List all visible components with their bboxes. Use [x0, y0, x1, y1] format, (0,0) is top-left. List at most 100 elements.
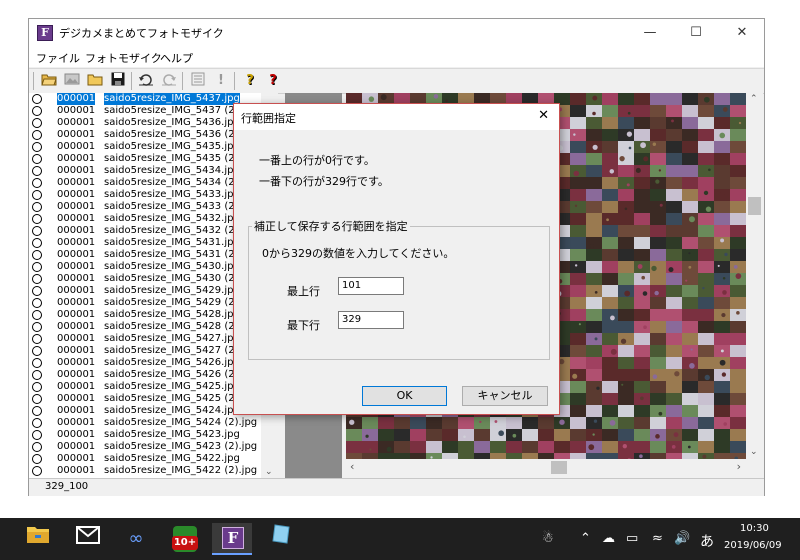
list-row[interactable]: 000001 saido5resize_IMG_5423.jpg: [29, 429, 261, 441]
scroll-down-arrow-icon[interactable]: ⌄: [265, 467, 273, 477]
mosaic-tile: [650, 297, 666, 309]
list-row[interactable]: 000001 saido5resize_IMG_5427.jp: [29, 333, 261, 345]
list-row[interactable]: 000001 saido5resize_IMG_5426.jp: [29, 357, 261, 369]
list-row[interactable]: 000001 saido5resize_IMG_5432.jp: [29, 213, 261, 225]
maximize-button[interactable]: ☐: [673, 19, 719, 47]
mosaic-tile: [666, 285, 682, 297]
badge-app-icon[interactable]: 10+: [164, 523, 204, 555]
list-row[interactable]: 000001 saido5resize_IMG_5435 (2: [29, 153, 261, 165]
mosaic-tile-detail: [671, 445, 676, 449]
list-row[interactable]: 000001 saido5resize_IMG_5431 (2: [29, 249, 261, 261]
list-row[interactable]: 000001 saido5resize_IMG_5434 (2: [29, 177, 261, 189]
list-row[interactable]: 000001 saido5resize_IMG_5436 (2: [29, 129, 261, 141]
mosaic-tile: [698, 393, 714, 405]
dialog-close-button[interactable]: ✕: [538, 108, 549, 123]
list-row[interactable]: 000001 saido5resize_IMG_5429 (2: [29, 297, 261, 309]
mosaic-horizontal-scrollbar[interactable]: ‹ ›: [346, 459, 746, 476]
wifi-icon[interactable]: ≈: [652, 531, 663, 546]
list-row[interactable]: 000001 saido5resize_IMG_5430.jp: [29, 261, 261, 273]
help-icon[interactable]: ?: [241, 72, 259, 90]
battery-icon[interactable]: ▭: [626, 531, 638, 546]
list-row[interactable]: 000001 saido5resize_IMG_5433 (2: [29, 201, 261, 213]
list-row[interactable]: 000001 saido5resize_IMG_5422.jpg: [29, 453, 261, 465]
mosaic-tile: [634, 369, 650, 381]
row-number: 000001: [57, 441, 96, 452]
horizontal-scroll-thumb[interactable]: [551, 461, 567, 474]
menu-file[interactable]: ファイル: [36, 50, 80, 66]
help-context-icon[interactable]: ?: [264, 72, 282, 90]
mosaic-tile: [730, 153, 746, 165]
mosaic-tile: [394, 441, 410, 453]
list-row[interactable]: 000001 saido5resize_IMG_5425 (2: [29, 393, 261, 405]
save-icon[interactable]: [109, 72, 127, 90]
list-row[interactable]: 000001 saido5resize_IMG_5435.jp: [29, 141, 261, 153]
mosaic-tile-detail: [594, 337, 598, 341]
chevron-up-icon[interactable]: ⌃: [580, 531, 591, 546]
mosaic-vertical-scrollbar[interactable]: ⌃ ⌄: [746, 93, 763, 459]
notepad-app-icon[interactable]: [262, 523, 302, 555]
title-bar[interactable]: F デジカメまとめてフォトモザイク — ☐ ✕: [29, 19, 764, 47]
row-filename: saido5resize_IMG_5427.jp: [104, 333, 234, 344]
folder-icon[interactable]: [86, 72, 104, 90]
mail-icon[interactable]: [68, 523, 108, 555]
list-row[interactable]: 000001 saido5resize_IMG_5425.jp: [29, 381, 261, 393]
ok-button[interactable]: OK: [362, 386, 447, 406]
exclamation-icon[interactable]: !: [212, 72, 230, 90]
list-row[interactable]: 000001 saido5resize_IMG_5432 (2: [29, 225, 261, 237]
infinity-app-icon[interactable]: ∞: [116, 523, 156, 555]
list-row[interactable]: 000001 saido5resize_IMG_5434.jp: [29, 165, 261, 177]
dialog-title-bar[interactable]: 行範囲指定 ✕: [234, 104, 559, 130]
people-icon[interactable]: ☃: [542, 531, 554, 546]
list-row[interactable]: 000001 saido5resize_IMG_5424 (2).jpg: [29, 417, 261, 429]
list-row[interactable]: 000001 saido5resize_IMG_5422 (2).jpg: [29, 465, 261, 477]
scroll-up-arrow-icon[interactable]: ⌃: [750, 94, 758, 104]
mosaic-tile: [490, 429, 506, 441]
list-row[interactable]: 000001 saido5resize_IMG_5429.jp: [29, 285, 261, 297]
open-folder-icon[interactable]: [40, 72, 58, 90]
vertical-scroll-thumb[interactable]: [748, 197, 761, 215]
list-row[interactable]: 000001 saido5resize_IMG_5436.jp: [29, 117, 261, 129]
list-icon[interactable]: [189, 72, 207, 90]
mosaic-tile: [410, 417, 426, 429]
menu-help[interactable]: ヘルプ: [160, 50, 193, 66]
mosaic-tile-detail: [643, 156, 649, 162]
close-button[interactable]: ✕: [719, 19, 765, 47]
scroll-left-arrow-icon[interactable]: ‹: [350, 460, 354, 473]
photomosaic-taskbar-button[interactable]: F: [212, 523, 252, 555]
clock-date[interactable]: 2019/06/09: [724, 540, 782, 551]
mosaic-tile-detail: [673, 432, 679, 438]
volume-icon[interactable]: 🔊: [674, 531, 690, 546]
list-row[interactable]: 000001 saido5resize_IMG_5427 (2: [29, 345, 261, 357]
row-number: 000001: [57, 357, 96, 368]
toolbar-separator: [234, 72, 235, 90]
list-row[interactable]: 000001 saido5resize_IMG_5423 (2).jpg: [29, 441, 261, 453]
status-circle-icon: [32, 394, 42, 404]
list-row[interactable]: 000001 saido5resize_IMG_5428 (2: [29, 321, 261, 333]
list-row[interactable]: 000001 saido5resize_IMG_5437 (2: [29, 105, 261, 117]
scroll-right-arrow-icon[interactable]: ›: [737, 460, 741, 473]
cancel-button[interactable]: キャンセル: [462, 386, 548, 406]
mosaic-tile-detail: [619, 155, 625, 162]
minimize-button[interactable]: —: [627, 19, 673, 47]
image-icon[interactable]: [63, 72, 81, 90]
menu-photomosaic[interactable]: フォトモザイク: [85, 50, 162, 66]
ime-indicator[interactable]: あ: [700, 531, 714, 551]
clock-time[interactable]: 10:30: [740, 523, 769, 534]
top-row-input[interactable]: 101: [338, 277, 404, 295]
list-row[interactable]: 000001 saido5resize_IMG_5437.jpg: [29, 93, 261, 105]
bottom-row-input[interactable]: 329: [338, 311, 404, 329]
list-row[interactable]: 000001 saido5resize_IMG_5424.jp: [29, 405, 261, 417]
list-row[interactable]: 000001 saido5resize_IMG_5431.jp: [29, 237, 261, 249]
file-explorer-icon[interactable]: [18, 523, 58, 555]
file-list[interactable]: 000001 saido5resize_IMG_5437.jpg 000001 sai…: [29, 93, 262, 479]
scroll-down-arrow-icon[interactable]: ⌄: [750, 447, 758, 457]
undo-icon[interactable]: [137, 72, 155, 90]
list-row[interactable]: 000001 saido5resize_IMG_5428.jp: [29, 309, 261, 321]
mosaic-tile: [570, 309, 586, 321]
list-row[interactable]: 000001 saido5resize_IMG_5433.jp: [29, 189, 261, 201]
list-row[interactable]: 000001 saido5resize_IMG_5426 (2: [29, 369, 261, 381]
list-row[interactable]: 000001 saido5resize_IMG_5430 (2: [29, 273, 261, 285]
mosaic-tile: [458, 417, 474, 429]
redo-icon[interactable]: [160, 72, 178, 90]
cloud-icon[interactable]: ☁: [602, 531, 615, 546]
